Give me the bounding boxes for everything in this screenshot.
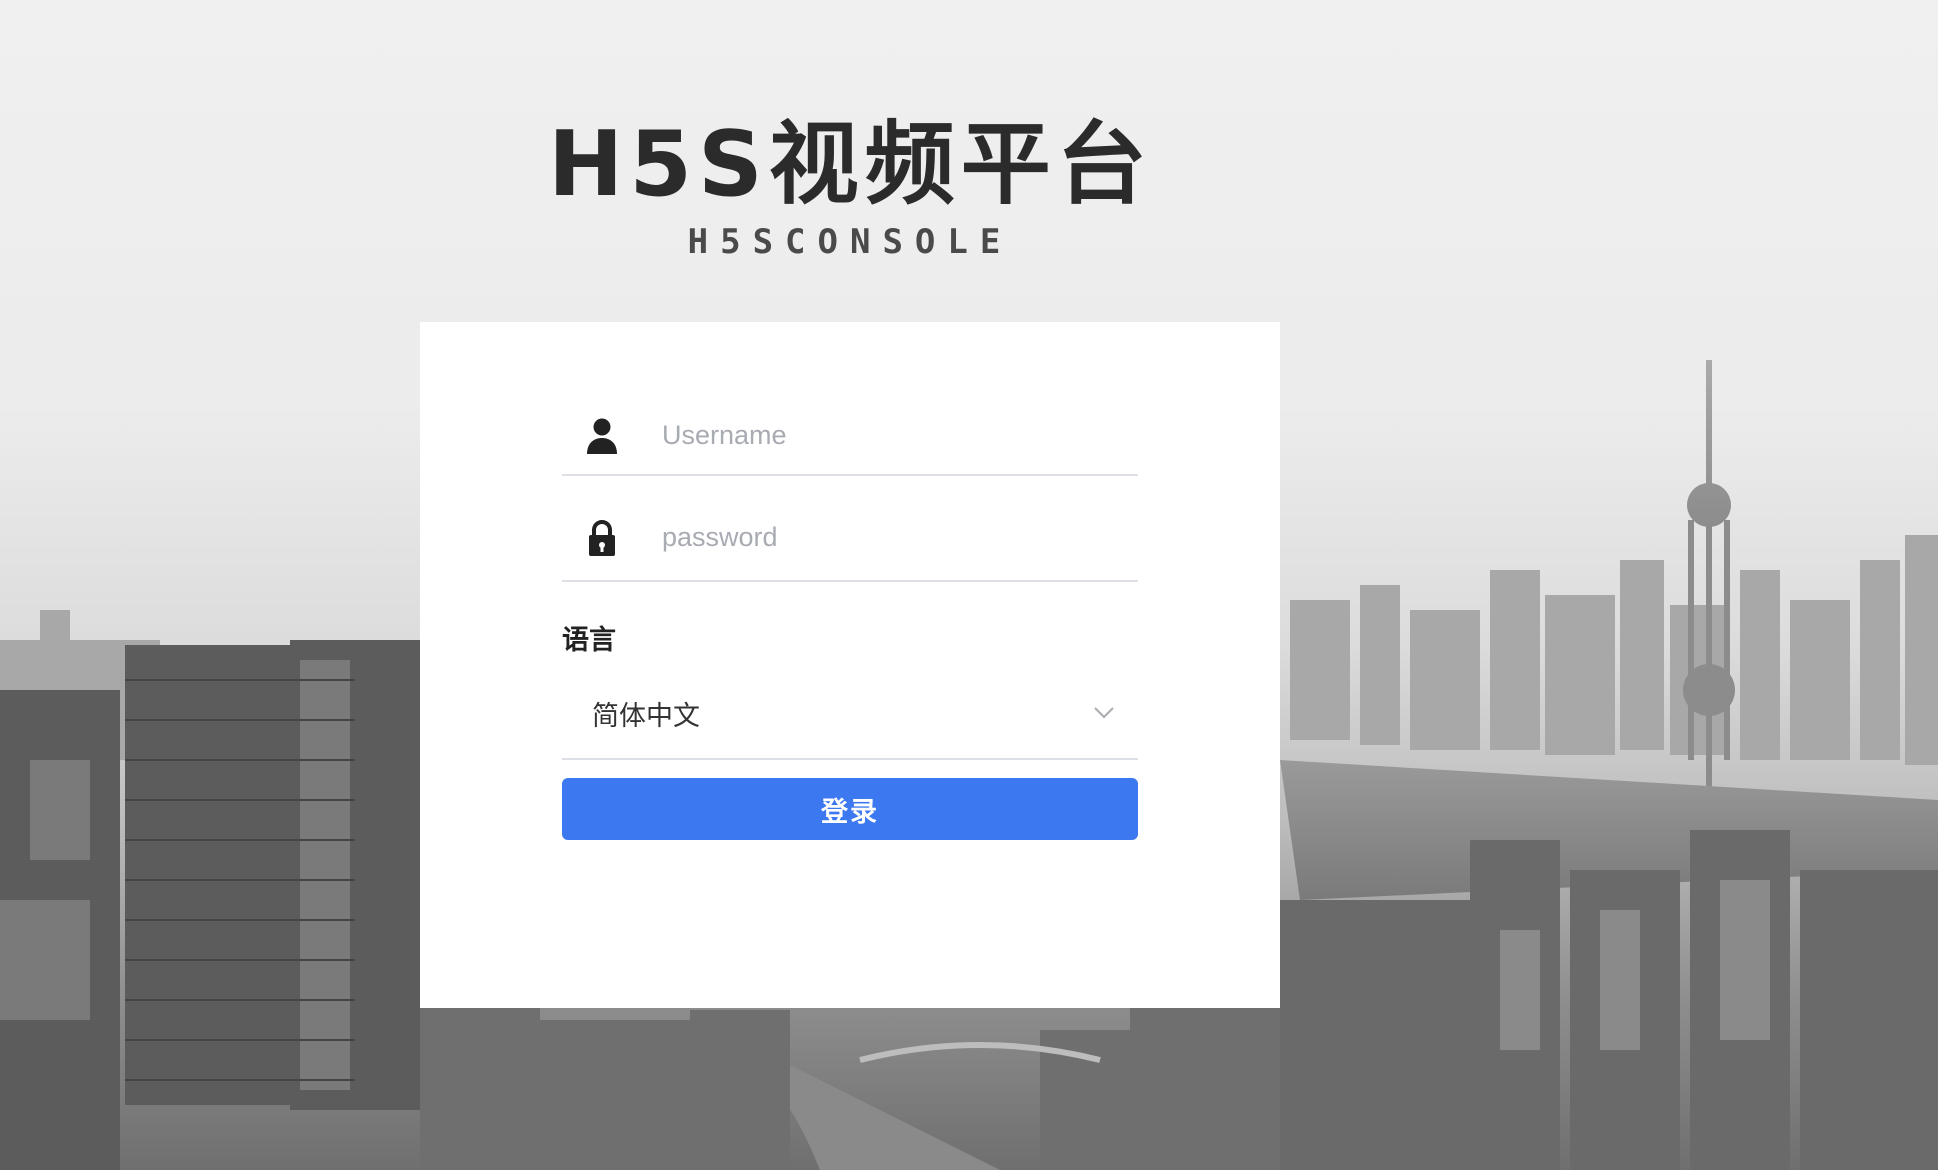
- username-field: [562, 322, 1138, 476]
- login-button[interactable]: 登录: [562, 778, 1138, 840]
- language-selected-value: 简体中文: [592, 701, 700, 732]
- chevron-down-icon: [1094, 707, 1114, 719]
- login-page: H5S视频平台 H5SCONSOLE 语言 简体中文: [0, 0, 1938, 1170]
- user-icon: [587, 418, 617, 454]
- lock-icon: [589, 520, 615, 556]
- login-card: 语言 简体中文 登录: [420, 322, 1280, 1008]
- brand-subtitle: H5SCONSOLE: [687, 222, 1013, 262]
- password-input[interactable]: [662, 512, 1122, 562]
- brand-title: H5S视频平台: [548, 112, 1153, 217]
- language-select[interactable]: 简体中文: [562, 670, 1138, 760]
- username-input[interactable]: [662, 410, 1122, 460]
- password-field: [562, 476, 1138, 582]
- language-label: 语言: [562, 625, 616, 656]
